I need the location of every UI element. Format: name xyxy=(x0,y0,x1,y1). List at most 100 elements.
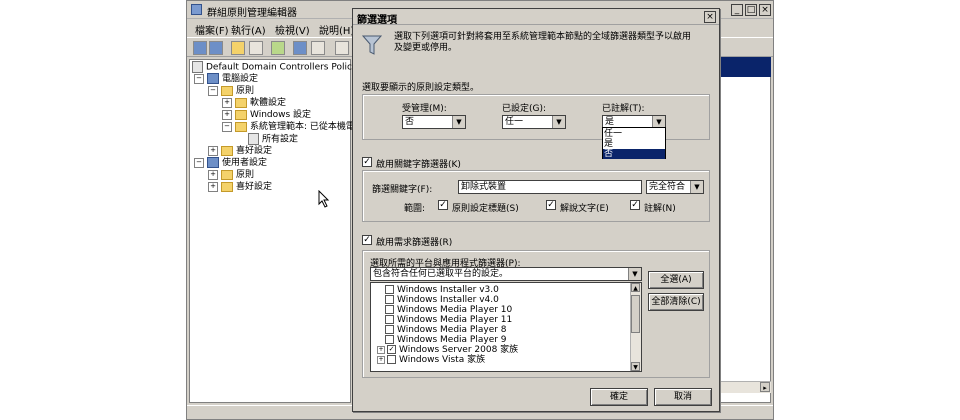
filter-icon[interactable] xyxy=(335,41,349,55)
folder-icon xyxy=(221,85,233,96)
expand-icon[interactable]: + xyxy=(208,181,218,192)
expand-icon[interactable]: + xyxy=(377,355,385,364)
requirements-filter-checkbox[interactable]: ✓ xyxy=(362,235,372,245)
tree-user-config[interactable]: − 使用者設定 xyxy=(194,157,267,169)
list-item[interactable]: Windows Media Player 9 xyxy=(385,335,507,345)
scope-comment-checkbox[interactable]: ✓ xyxy=(630,200,640,210)
scroll-down-icon[interactable]: ▼ xyxy=(631,362,640,371)
help-icon[interactable] xyxy=(293,41,307,55)
dropdown-option-selected[interactable]: 否 xyxy=(603,149,665,159)
platform-mode-select[interactable]: 包含符合任何已選取平台的設定。 ▼ xyxy=(370,267,642,281)
list-item[interactable]: + ✓ Windows Server 2008 家族 xyxy=(377,345,518,355)
collapse-icon[interactable]: − xyxy=(208,85,218,96)
tree-admin-templates[interactable]: − 系統管理範本: 已從本機電 xyxy=(222,121,355,133)
show-hide-tree-icon[interactable] xyxy=(249,41,263,55)
scroll-thumb[interactable] xyxy=(631,295,640,333)
list-item[interactable]: Windows Media Player 11 xyxy=(385,315,512,325)
properties-icon[interactable] xyxy=(311,41,325,55)
back-icon[interactable] xyxy=(193,41,207,55)
menu-file[interactable]: 檔案(F) xyxy=(195,22,229,37)
user-icon xyxy=(207,157,219,168)
keyword-filter-group xyxy=(362,170,710,222)
commented-label: 已註解(T): xyxy=(602,104,645,114)
mmc-title: 群組原則管理編輯器 xyxy=(207,8,297,19)
tree-policies[interactable]: − 原則 xyxy=(208,85,254,97)
tree-computer-config[interactable]: − 電腦設定 xyxy=(194,73,258,85)
managed-label: 受管理(M): xyxy=(402,104,447,114)
list-item[interactable]: Windows Installer v4.0 xyxy=(385,295,499,305)
checkbox-icon[interactable] xyxy=(385,305,394,314)
collapse-icon[interactable]: − xyxy=(194,157,204,168)
tree-preferences[interactable]: + 喜好設定 xyxy=(208,145,272,157)
tree-user-policies[interactable]: + 原則 xyxy=(208,169,254,181)
ok-button[interactable]: 確定 xyxy=(590,388,648,406)
dropdown-option[interactable]: 是 xyxy=(603,139,665,149)
keyword-input[interactable]: 卸除式裝置 xyxy=(458,180,642,194)
settings-icon xyxy=(248,133,259,145)
scroll-right-icon[interactable]: ▸ xyxy=(760,382,770,392)
commented-dropdown-list: 任一 是 否 xyxy=(602,127,666,159)
platform-list-scrollbar[interactable]: ▲ ▼ xyxy=(630,283,641,371)
list-item[interactable]: Windows Media Player 8 xyxy=(385,325,507,335)
tree-user-preferences[interactable]: + 喜好設定 xyxy=(208,181,272,193)
dropdown-option[interactable]: 任一 xyxy=(603,129,665,139)
checkbox-icon[interactable] xyxy=(385,335,394,344)
checkbox-icon[interactable] xyxy=(385,295,394,304)
checkbox-icon[interactable] xyxy=(385,315,394,324)
scroll-up-icon[interactable]: ▲ xyxy=(631,283,640,292)
up-folder-icon[interactable] xyxy=(231,41,245,55)
export-list-icon[interactable] xyxy=(271,41,285,55)
menu-action[interactable]: 執行(A) xyxy=(231,22,266,37)
checkbox-icon[interactable] xyxy=(387,355,396,364)
expand-icon[interactable]: + xyxy=(222,97,232,108)
policy-icon xyxy=(192,61,203,73)
requirements-filter-label: 啟用需求篩選器(R) xyxy=(376,238,453,248)
list-item[interactable]: Windows Media Player 10 xyxy=(385,305,512,315)
expand-icon[interactable]: + xyxy=(377,345,385,354)
maximize-icon[interactable]: □ xyxy=(745,4,757,16)
chevron-down-icon: ▼ xyxy=(628,268,641,280)
folder-icon xyxy=(221,145,233,156)
tree-windows-settings[interactable]: + Windows 設定 xyxy=(222,109,311,121)
scope-explain-label: 解說文字(E) xyxy=(560,204,609,214)
collapse-icon[interactable]: − xyxy=(194,73,204,84)
checkbox-checked-icon[interactable]: ✓ xyxy=(387,345,396,354)
keyword-filter-checkbox[interactable]: ✓ xyxy=(362,157,372,167)
tree-software-settings[interactable]: + 軟體設定 xyxy=(222,97,286,109)
cancel-button[interactable]: 取消 xyxy=(654,388,712,406)
chevron-down-icon: ▼ xyxy=(552,116,565,128)
expand-icon[interactable]: + xyxy=(222,109,232,120)
expand-icon[interactable]: + xyxy=(208,145,218,156)
selected-header xyxy=(717,57,771,77)
scope-label: 範圍: xyxy=(404,204,426,214)
dialog-title-bar: 篩選選項 × xyxy=(353,9,719,26)
list-item[interactable]: Windows Installer v3.0 xyxy=(385,285,499,295)
scope-title-checkbox[interactable]: ✓ xyxy=(438,200,448,210)
tree-all-settings[interactable]: 所有設定 xyxy=(248,133,298,145)
folder-icon xyxy=(221,169,233,180)
close-icon[interactable]: × xyxy=(759,4,771,16)
close-icon[interactable]: × xyxy=(704,11,716,23)
menu-help[interactable]: 說明(H) xyxy=(319,22,354,37)
scope-title-label: 原則設定標題(S) xyxy=(452,204,519,214)
forward-icon[interactable] xyxy=(209,41,223,55)
setting-types-label: 選取要顯示的原則設定類型。 xyxy=(362,83,480,93)
checkbox-icon[interactable] xyxy=(385,285,394,294)
managed-select[interactable]: 否 ▼ xyxy=(402,115,466,129)
expand-icon[interactable]: + xyxy=(208,169,218,180)
platform-list: Windows Installer v3.0 Windows Installer… xyxy=(370,282,642,372)
dialog-description: 選取下列選項可針對將套用至系統管理範本節點的全域篩選器類型予以啟用及變更或停用。 xyxy=(394,32,692,53)
list-item[interactable]: + Windows Vista 家族 xyxy=(377,355,485,365)
select-all-button[interactable]: 全選(A) xyxy=(648,271,704,289)
clear-all-button[interactable]: 全部清除(C) xyxy=(648,293,704,311)
match-type-select[interactable]: 完全符合 ▼ xyxy=(646,180,704,194)
folder-icon xyxy=(235,121,247,132)
folder-icon xyxy=(221,181,233,192)
scope-explain-checkbox[interactable]: ✓ xyxy=(546,200,556,210)
keyword-label: 篩選關鍵字(F): xyxy=(372,185,433,195)
minimize-icon[interactable]: _ xyxy=(731,4,743,16)
checkbox-icon[interactable] xyxy=(385,325,394,334)
configured-select[interactable]: 任一 ▼ xyxy=(502,115,566,129)
collapse-icon[interactable]: − xyxy=(222,121,232,132)
menu-view[interactable]: 檢視(V) xyxy=(275,22,310,37)
